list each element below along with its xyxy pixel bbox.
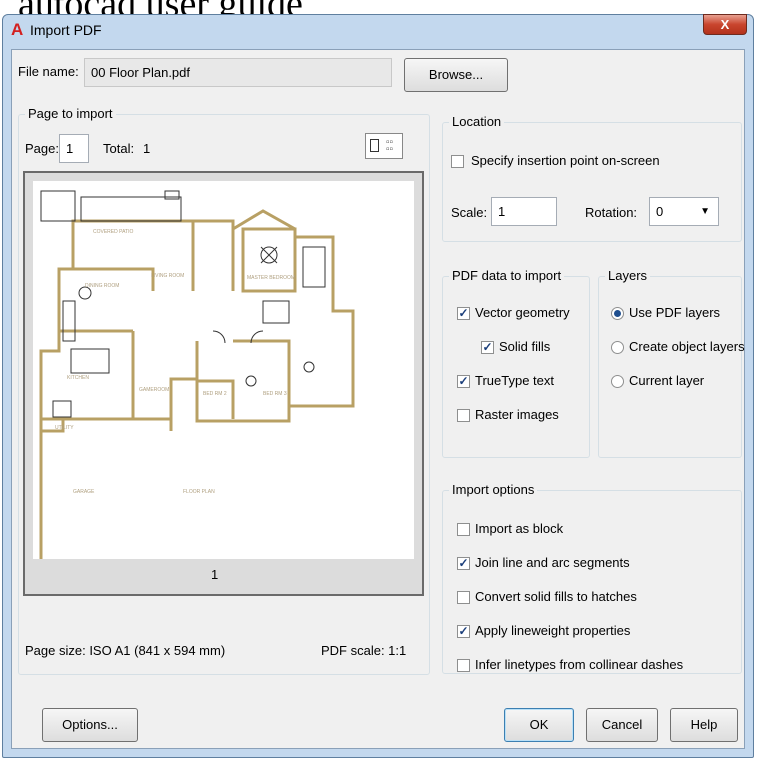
scale-input[interactable]: 1 [491,197,557,226]
page-input[interactable]: 1 [59,134,89,163]
rotation-select[interactable]: 0 ▼ [649,197,719,226]
help-button[interactable]: Help [670,708,738,742]
total-value: 1 [143,141,151,156]
page-preview: COVERED PATIO DINING ROOM LIVING ROOM MA… [23,171,424,596]
room-label: LIVING ROOM [151,273,184,279]
close-button[interactable]: X [703,14,747,35]
preview-page-number: 1 [211,567,219,582]
room-label: GARAGE [73,489,95,495]
truetype-text-checkbox[interactable]: ✓ [457,375,470,388]
file-name-label: File name: [18,64,79,79]
convert-hatches-checkbox[interactable] [457,591,470,604]
pdf-data-group: PDF data to import ✓ Vector geometry ✓ S… [442,268,590,458]
create-object-layers-label: Create object layers [629,339,745,354]
room-label: KITCHEN [67,375,89,381]
page-to-import-group: Page to import Page: 1 Total: 1 ▫▫ ▫▫ CO… [18,106,430,675]
import-as-block-label: Import as block [475,521,564,536]
total-label: Total: [103,141,135,156]
room-label: COVERED PATIO [93,229,133,235]
join-segments-checkbox[interactable]: ✓ [457,557,470,570]
floor-plan-preview: COVERED PATIO DINING ROOM LIVING ROOM MA… [33,181,414,559]
view-toggle: ▫▫ ▫▫ [365,133,403,159]
solid-fills-label: Solid fills [499,339,551,354]
create-object-layers-radio[interactable] [611,341,624,354]
room-label: UTILITY [55,425,74,431]
infer-linetypes-label: Infer linetypes from collinear dashes [475,657,684,672]
current-layer-label: Current layer [629,373,705,388]
import-options-title: Import options [449,482,538,497]
thumbnail-grid-view-icon[interactable]: ▫▫ ▫▫ [386,138,399,155]
layers-title: Layers [605,268,651,283]
specify-insertion-checkbox[interactable] [451,155,464,168]
rotation-label: Rotation: [585,205,638,220]
autocad-logo-icon: A [11,20,24,39]
rotation-value: 0 [656,204,664,219]
browse-button[interactable]: Browse... [404,58,508,92]
room-label: GAMEROOM [139,387,169,393]
raster-images-label: Raster images [475,407,559,422]
use-pdf-layers-radio[interactable] [611,307,624,320]
floor-plan-drawing: COVERED PATIO DINING ROOM LIVING ROOM MA… [39,190,355,559]
options-button[interactable]: Options... [42,708,138,742]
dialog-body: File name: 00 Floor Plan.pdf Browse... P… [11,49,745,749]
use-pdf-layers-label: Use PDF layers [629,305,721,320]
current-layer-radio[interactable] [611,375,624,388]
location-title: Location [449,114,505,129]
window-title: Import PDF [30,22,102,38]
file-name-field: 00 Floor Plan.pdf [84,58,392,87]
vector-geometry-checkbox[interactable]: ✓ [457,307,470,320]
convert-hatches-label: Convert solid fills to hatches [475,589,637,604]
vector-geometry-label: Vector geometry [475,305,570,320]
solid-fills-checkbox[interactable]: ✓ [481,341,494,354]
pdf-scale-text: PDF scale: 1:1 [321,643,407,658]
infer-linetypes-checkbox[interactable] [457,659,470,672]
room-label: FLOOR PLAN [183,489,215,495]
location-group: Location Specify insertion point on-scre… [442,114,742,242]
import-pdf-dialog: A Import PDF X File name: 00 Floor Plan.… [2,14,754,758]
title-bar[interactable]: A Import PDF X [3,14,753,49]
cancel-button[interactable]: Cancel [586,708,658,742]
single-page-view-icon[interactable] [370,139,379,152]
scale-label: Scale: [451,205,488,220]
ok-button[interactable]: OK [504,708,574,742]
room-label: BED RM 3 [263,391,287,397]
import-options-group: Import options Import as block ✓ Join li… [442,482,742,674]
truetype-text-label: TrueType text [475,373,554,388]
page-label: Page: [25,141,59,156]
room-label: BED RM 2 [203,391,227,397]
import-as-block-checkbox[interactable] [457,523,470,536]
layers-group: Layers Use PDF layers Create object laye… [598,268,745,458]
room-label: DINING ROOM [85,283,119,289]
room-label: MASTER BEDROOM [247,275,295,281]
apply-lineweight-checkbox[interactable]: ✓ [457,625,470,638]
specify-insertion-label: Specify insertion point on-screen [471,153,660,168]
apply-lineweight-label: Apply lineweight properties [475,623,631,638]
page-size-text: Page size: ISO A1 (841 x 594 mm) [25,643,226,658]
raster-images-checkbox[interactable] [457,409,470,422]
pdf-data-title: PDF data to import [449,268,565,283]
chevron-down-icon: ▼ [700,206,710,217]
page-to-import-title: Page to import [25,106,116,121]
join-segments-label: Join line and arc segments [475,555,630,570]
